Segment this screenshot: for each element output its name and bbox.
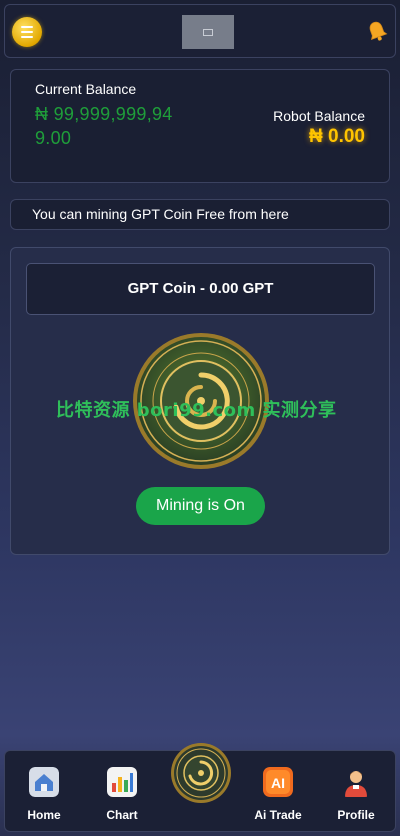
nav-item-chart[interactable]: Chart [92,767,152,822]
mining-toggle-button[interactable]: Mining is On [136,487,265,525]
nav-label-profile: Profile [337,808,375,822]
nav-label-home: Home [27,808,61,822]
hamburger-menu-icon[interactable] [12,17,42,47]
nav-label-chart: Chart [106,808,138,822]
profile-icon [345,771,367,797]
nav-label-ai-trade: Ai Trade [254,808,302,822]
robot-balance-label: Robot Balance [273,108,365,124]
nav-item-home[interactable]: Home [14,767,74,822]
svg-text:AI: AI [271,775,285,791]
nav-item-ai-trade[interactable]: AI Ai Trade [248,767,308,822]
gpt-coin-icon[interactable] [170,742,232,804]
ai-icon: AI [263,767,293,797]
current-balance-label: Current Balance [35,81,137,97]
balance-card: Current Balance ₦ 99,999,999,949.00 Robo… [10,69,390,183]
coin-balance-title: GPT Coin - 0.00 GPT [26,263,375,315]
bottom-nav: Home Chart AI Ai Trade Profile [4,743,396,832]
top-header [4,4,396,58]
current-balance-value: ₦ 99,999,999,949.00 [35,104,173,148]
watermark-text: 比特资源 bori99.com 实测分享 [56,400,337,421]
nav-item-profile[interactable]: Profile [326,767,386,822]
broken-image-icon [182,15,234,49]
home-icon [29,767,59,797]
mining-notice: You can mining GPT Coin Free from here [10,199,390,230]
robot-balance-value: ₦ 0.00 [309,126,365,147]
chart-icon [107,767,137,797]
bell-icon[interactable] [365,19,389,43]
